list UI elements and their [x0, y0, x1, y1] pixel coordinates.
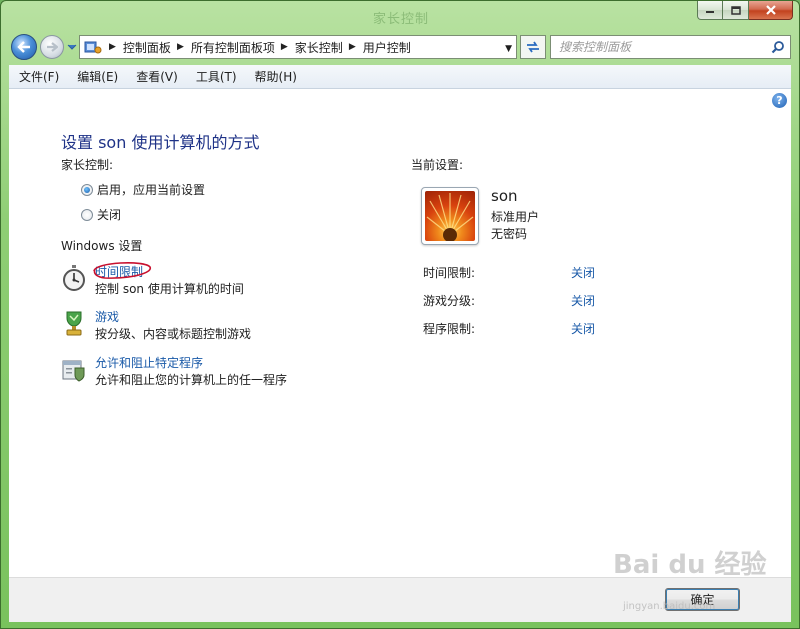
menu-edit[interactable]: 编辑(E) [67, 68, 126, 85]
programs-description: 允许和阻止您的计算机上的任一程序 [95, 373, 288, 387]
avatar [421, 187, 479, 245]
current-game-ratings-value[interactable]: 关闭 [571, 292, 595, 309]
current-time-limits-label: 时间限制: [423, 266, 476, 280]
arrow-right-icon [47, 42, 58, 52]
games-link[interactable]: 游戏 [95, 309, 251, 326]
parental-control-label: 家长控制: [61, 158, 114, 172]
refresh-button[interactable] [520, 35, 546, 59]
close-button[interactable] [749, 1, 793, 20]
flower-avatar-image [425, 191, 475, 241]
forward-button[interactable] [40, 35, 64, 59]
radio-button-selected[interactable] [81, 183, 93, 196]
time-limits-description: 控制 son 使用计算机的时间 [95, 282, 244, 296]
breadcrumb-separator[interactable]: ▶ [103, 42, 123, 52]
menu-view[interactable]: 查看(V) [126, 68, 186, 85]
setting-games: 游戏 按分级、内容或标题控制游戏 [61, 309, 251, 343]
red-annotation-circle [93, 262, 151, 279]
question-icon: ? [776, 94, 783, 107]
search-icon[interactable] [771, 40, 785, 54]
current-game-ratings-label: 游戏分级: [423, 294, 476, 308]
current-program-limits-label: 程序限制: [423, 322, 476, 336]
breadcrumb-item[interactable]: 控制面板 ▶ [123, 39, 191, 56]
maximize-icon [730, 5, 741, 15]
menu-tools[interactable]: 工具(T) [186, 68, 245, 85]
control-panel-window: 家长控制 ▶ 控制面板 ▶ 所有控制面板项 ▶ 家长控制 ▶ 用户控制 ▼ 搜索… [0, 0, 800, 629]
menu-bar: 文件(F) 编辑(E) 查看(V) 工具(T) 帮助(H) [9, 65, 791, 89]
back-button[interactable] [11, 34, 37, 60]
navigation-bar: ▶ 控制面板 ▶ 所有控制面板项 ▶ 家长控制 ▶ 用户控制 ▼ [1, 31, 799, 63]
radio-disable-label: 关闭 [97, 208, 122, 222]
control-panel-icon [84, 41, 102, 54]
windows-settings-label: Windows 设置 [61, 239, 143, 253]
maximize-button[interactable] [723, 1, 749, 20]
content-pane: ? 设置 son 使用计算机的方式 家长控制: 启用，应用当前设置 关闭 Win… [9, 89, 791, 577]
program-shield-icon [62, 360, 85, 382]
window-title: 家长控制 [372, 12, 429, 27]
radio-enable-label: 启用，应用当前设置 [97, 183, 206, 197]
breadcrumb-item[interactable]: 家长控制 ▶ [295, 39, 363, 56]
minimize-icon [706, 11, 714, 13]
menu-help[interactable]: 帮助(H) [245, 68, 305, 85]
user-account-type: 标准用户 [491, 210, 540, 224]
search-box[interactable] [550, 35, 791, 59]
breadcrumb-item[interactable]: 用户控制 [363, 39, 411, 56]
radio-button[interactable] [81, 208, 93, 221]
menu-file[interactable]: 文件(F) [9, 68, 67, 85]
games-description: 按分级、内容或标题控制游戏 [95, 327, 252, 341]
close-icon [765, 5, 776, 15]
radio-disable[interactable]: 关闭 [81, 206, 121, 223]
flower-icon [426, 193, 474, 241]
current-program-limits-value[interactable]: 关闭 [571, 320, 595, 337]
title-bar: 家长控制 [1, 1, 799, 31]
baidu-watermark: Bai du 经验 [613, 550, 767, 580]
user-password-status: 无密码 [491, 227, 528, 241]
baidu-watermark-url: jingyan.baidu.com [623, 601, 716, 612]
breadcrumb-item[interactable]: 所有控制面板项 ▶ [191, 39, 295, 56]
current-settings-label: 当前设置: [411, 158, 464, 172]
search-input[interactable] [551, 36, 761, 58]
user-name: son [491, 187, 518, 205]
programs-link[interactable]: 允许和阻止特定程序 [95, 355, 287, 372]
refresh-icon [527, 41, 539, 53]
page-title: 设置 son 使用计算机的方式 [61, 133, 260, 152]
minimize-button[interactable] [697, 1, 723, 20]
button-bar: 确定 [9, 577, 791, 622]
setting-programs: 允许和阻止特定程序 允许和阻止您的计算机上的任一程序 [61, 355, 287, 389]
current-time-limits-value[interactable]: 关闭 [571, 264, 595, 281]
arrow-left-icon [17, 41, 30, 53]
recent-pages-dropdown-icon[interactable] [67, 43, 77, 51]
address-bar[interactable]: ▶ 控制面板 ▶ 所有控制面板项 ▶ 家长控制 ▶ 用户控制 ▼ [79, 35, 517, 59]
radio-enable[interactable]: 启用，应用当前设置 [81, 181, 205, 198]
help-button[interactable]: ? [772, 93, 787, 108]
address-dropdown-icon[interactable]: ▼ [505, 44, 512, 54]
window-controls [697, 1, 793, 20]
game-trophy-icon [66, 311, 82, 336]
stopwatch-icon [63, 265, 85, 291]
